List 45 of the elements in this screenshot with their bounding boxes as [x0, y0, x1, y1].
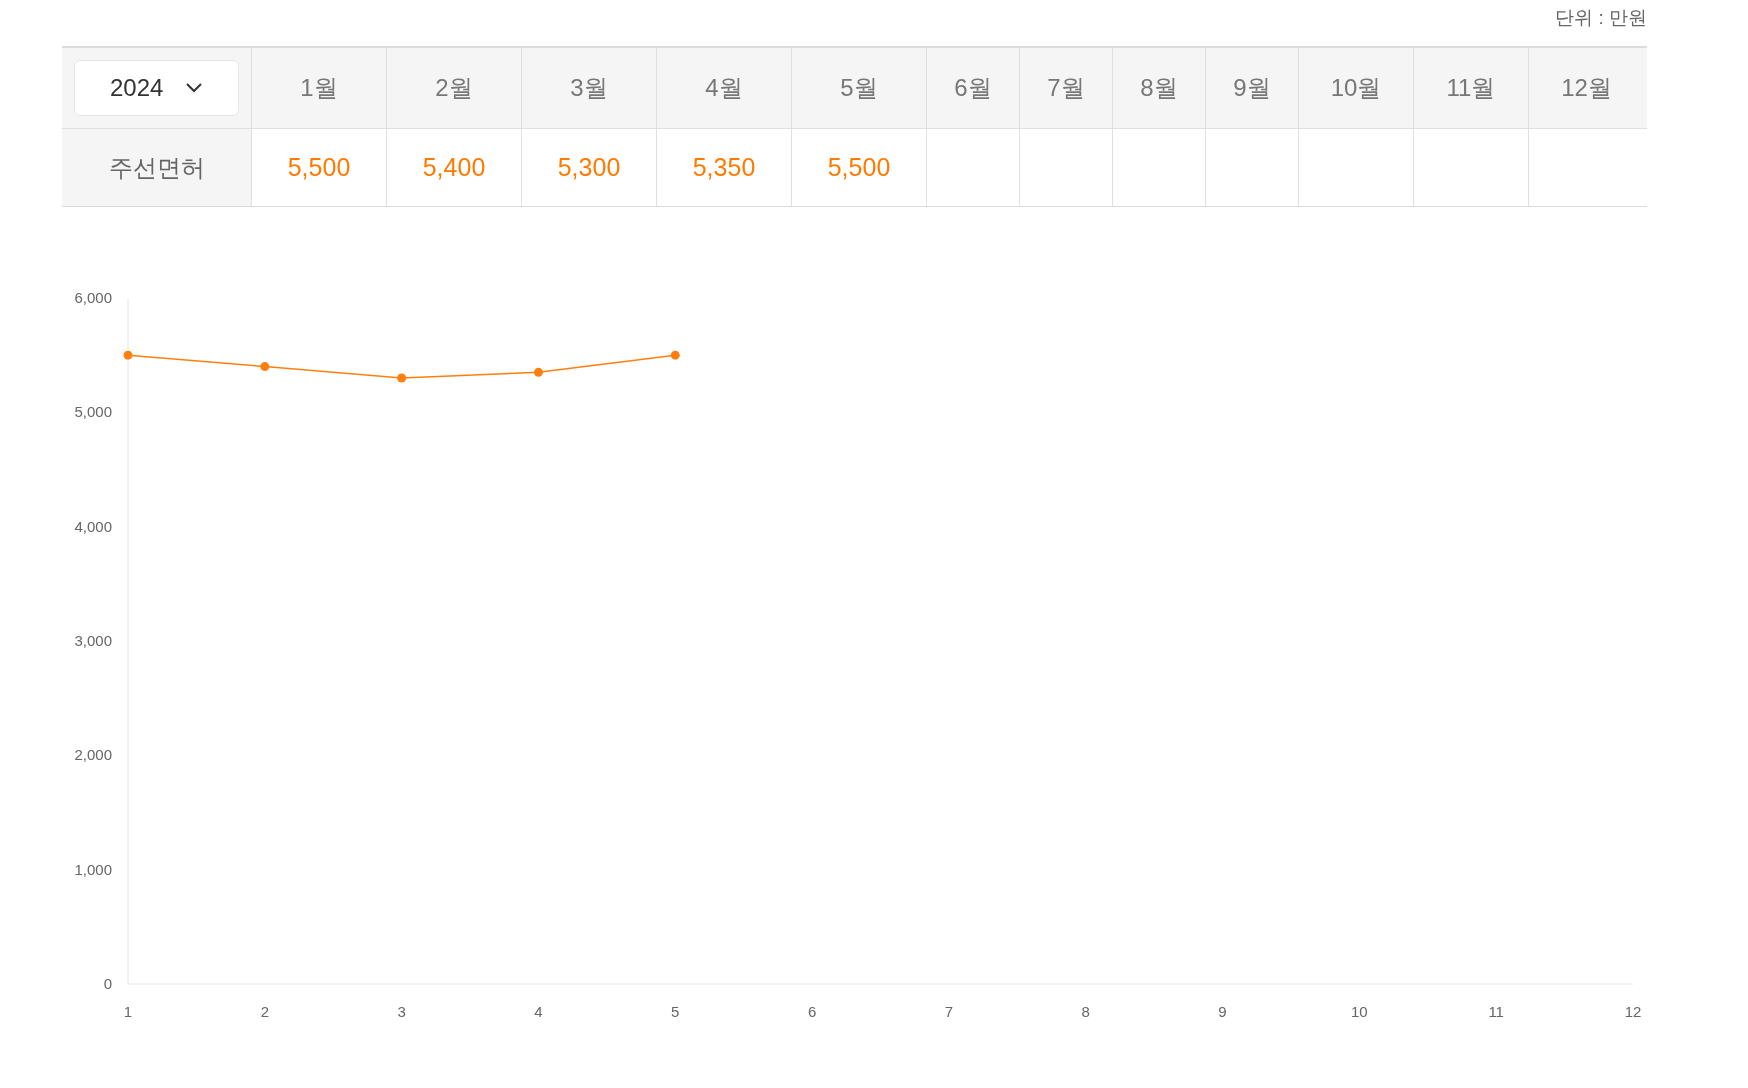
month-header: 6월 [927, 48, 1020, 128]
y-tick-label: 1,000 [74, 860, 112, 878]
month-header: 5월 [792, 48, 927, 128]
value-cell-text: 5,300 [557, 151, 621, 183]
data-point [260, 362, 270, 372]
y-tick-label: 3,000 [74, 632, 112, 649]
data-point [533, 367, 543, 377]
value-cell-text: 5,500 [827, 151, 891, 183]
value-cell-text: 5,400 [422, 151, 486, 183]
month-header: 8월 [1113, 48, 1206, 128]
x-tick-label: 1 [123, 1003, 133, 1020]
data-point [397, 373, 407, 383]
x-tick-label: 11 [1488, 1003, 1504, 1020]
x-tick-label: 6 [807, 1003, 817, 1020]
data-point [123, 350, 133, 360]
x-tick-label: 9 [1218, 1003, 1227, 1020]
month-header: 3월 [522, 48, 657, 128]
y-tick-label: 0 [103, 975, 112, 992]
x-tick-label: 2 [260, 1003, 269, 1020]
value-cell-text: 5,350 [692, 151, 756, 183]
month-header: 7월 [1020, 48, 1113, 128]
y-tick-label: 6,000 [74, 289, 112, 306]
month-header: 11월 [1414, 48, 1529, 128]
x-tick-label: 7 [944, 1003, 954, 1020]
x-tick-label: 4 [534, 1003, 543, 1020]
x-tick-label: 3 [397, 1003, 406, 1020]
data-point [670, 350, 680, 360]
y-tick-label: 5,000 [74, 403, 112, 421]
x-tick-label: 8 [1081, 1003, 1090, 1020]
value-cell-text: 5,500 [287, 151, 351, 183]
x-tick-label: 5 [671, 1003, 680, 1020]
month-header: 2월 [387, 48, 522, 128]
month-header: 10월 [1299, 48, 1414, 128]
month-header: 9월 [1206, 48, 1299, 128]
row-header: 주선면허 [62, 129, 252, 206]
y-tick-label: 4,000 [74, 517, 112, 535]
month-header: 1월 [252, 48, 387, 128]
year-dropdown[interactable]: 2024 [74, 60, 239, 116]
chevron-down-icon [185, 82, 203, 94]
month-header: 4월 [657, 48, 792, 128]
month-header: 12월 [1560, 73, 1613, 103]
y-tick-label: 2,000 [74, 746, 112, 764]
x-tick-label: 12 [1624, 1003, 1642, 1020]
x-tick-label: 10 [1351, 1003, 1368, 1020]
unit-label: 단위 : 만원 [1555, 6, 1647, 30]
